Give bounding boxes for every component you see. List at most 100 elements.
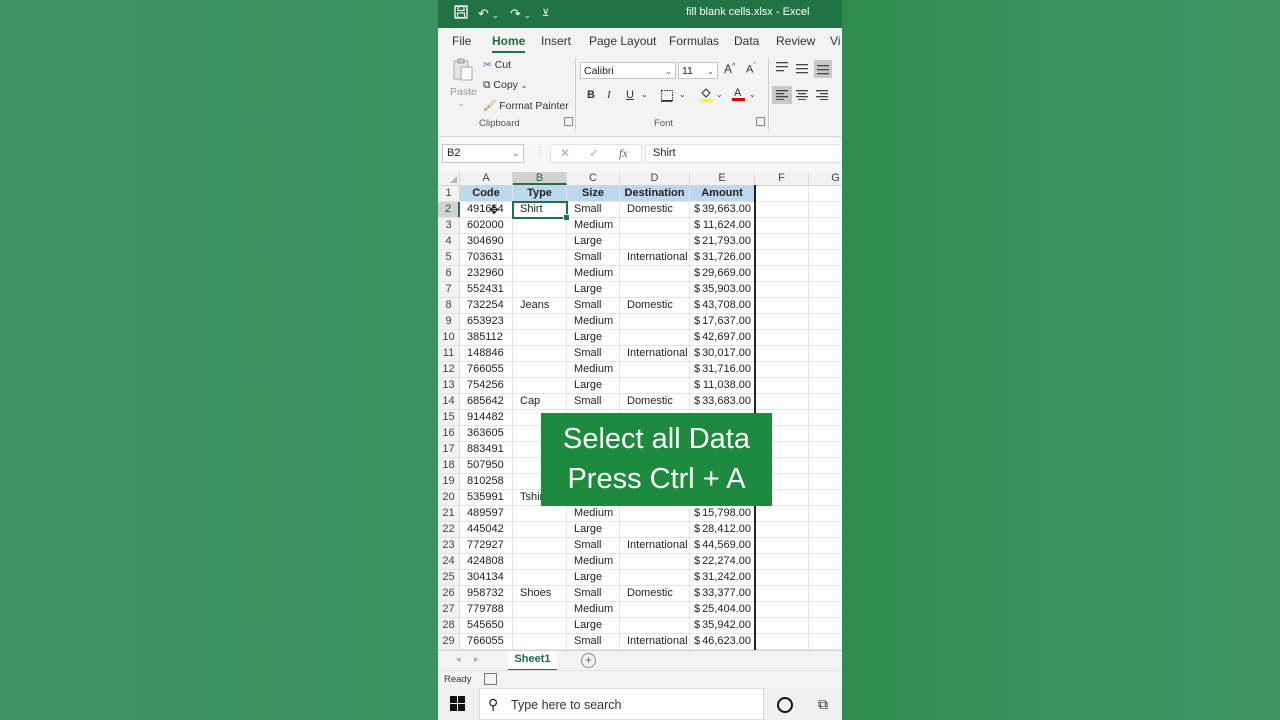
cell-code[interactable]: 507950	[460, 458, 513, 473]
empty-cell[interactable]	[809, 330, 842, 345]
cell-code[interactable]: 304690	[460, 234, 513, 249]
align-top-icon[interactable]	[776, 62, 788, 75]
empty-cell[interactable]	[755, 298, 809, 313]
cell-type[interactable]: Shirt	[513, 202, 567, 217]
redo-icon[interactable]: ↷ ⌄	[510, 5, 531, 25]
cell-dest[interactable]: International	[620, 634, 690, 649]
taskbar-search[interactable]: ⚲ Type here to search	[479, 688, 764, 720]
cell-size[interactable]: Large	[567, 522, 620, 537]
fill-dropdown-icon[interactable]: ⌄	[716, 90, 723, 99]
empty-cell[interactable]	[809, 458, 842, 473]
cell-dest[interactable]	[620, 618, 690, 633]
empty-cell[interactable]	[755, 378, 809, 393]
paste-icon[interactable]	[452, 58, 474, 85]
empty-cell[interactable]	[755, 618, 809, 633]
cell-code[interactable]: 304134	[460, 570, 513, 585]
cell-amt[interactable]: $29,669.00	[690, 266, 755, 281]
row-header[interactable]: 12	[438, 362, 460, 377]
add-sheet-icon[interactable]: +	[581, 653, 596, 668]
cell-size[interactable]: Medium	[567, 554, 620, 569]
cell-size[interactable]: Medium	[567, 314, 620, 329]
tab-page-layout[interactable]: Page Layout	[589, 34, 656, 48]
row-header[interactable]: 8	[438, 298, 460, 313]
empty-cell[interactable]	[809, 490, 842, 505]
cell-dest[interactable]	[620, 522, 690, 537]
cell-type[interactable]	[513, 506, 567, 521]
cell-amt[interactable]: $46,623.00	[690, 634, 755, 649]
empty-cell[interactable]	[809, 346, 842, 361]
tab-review[interactable]: Review	[776, 34, 815, 48]
column-header-a[interactable]: A	[460, 172, 513, 185]
undo-icon[interactable]: ↶ ⌄	[478, 5, 499, 25]
header-cell-type[interactable]: Type	[513, 186, 567, 201]
cell-type[interactable]	[513, 602, 567, 617]
name-box[interactable]: B2 ⌄	[442, 144, 524, 163]
cell-dest[interactable]	[620, 314, 690, 329]
empty-cell[interactable]	[755, 330, 809, 345]
header-cell-destination[interactable]: Destination	[620, 186, 690, 201]
cell-amt[interactable]: $33,683.00	[690, 394, 755, 409]
align-left-icon[interactable]	[772, 86, 792, 104]
cell-type[interactable]: Cap	[513, 394, 567, 409]
row-header[interactable]: 20	[438, 490, 460, 505]
cell-dest[interactable]	[620, 266, 690, 281]
column-header-f[interactable]: F	[755, 172, 809, 185]
cell-size[interactable]: Small	[567, 634, 620, 649]
cell-type[interactable]	[513, 618, 567, 633]
tab-home[interactable]: Home	[492, 34, 526, 53]
border-icon[interactable]	[661, 90, 673, 105]
empty-cell[interactable]	[809, 218, 842, 233]
cell-type[interactable]: Shoes	[513, 586, 567, 601]
row-header[interactable]: 26	[438, 586, 460, 601]
next-sheet-icon[interactable]: ▸	[474, 654, 479, 665]
cell-dest[interactable]	[620, 282, 690, 297]
cell-dest[interactable]: International	[620, 250, 690, 265]
cell-amt[interactable]: $15,798.00	[690, 506, 755, 521]
cell-code[interactable]: 552431	[460, 282, 513, 297]
align-bottom-icon[interactable]	[814, 60, 832, 78]
cell-amt[interactable]: $11,038.00	[690, 378, 755, 393]
column-header-g[interactable]: G	[809, 172, 842, 185]
cell-type[interactable]	[513, 234, 567, 249]
cell-code[interactable]: 232960	[460, 266, 513, 281]
cell-size[interactable]: Small	[567, 202, 620, 217]
row-header[interactable]: 3	[438, 218, 460, 233]
empty-cell[interactable]	[809, 298, 842, 313]
underline-button[interactable]: U	[626, 89, 634, 101]
cell-code[interactable]: 653923	[460, 314, 513, 329]
empty-cell[interactable]	[809, 586, 842, 601]
cell-size[interactable]: Large	[567, 378, 620, 393]
empty-cell[interactable]	[755, 266, 809, 281]
font-color-dropdown-icon[interactable]: ⌄	[749, 90, 756, 99]
empty-cell[interactable]	[809, 266, 842, 281]
empty-cell[interactable]	[809, 378, 842, 393]
row-header[interactable]: 4	[438, 234, 460, 249]
cell-amt[interactable]: $31,242.00	[690, 570, 755, 585]
cell-amt[interactable]: $22,274.00	[690, 554, 755, 569]
save-icon[interactable]	[454, 5, 468, 24]
copy-button[interactable]: ⧉ Copy ⌄	[483, 79, 528, 92]
empty-cell[interactable]	[755, 346, 809, 361]
cell-type[interactable]	[513, 634, 567, 649]
cell-code[interactable]: 779788	[460, 602, 513, 617]
cell-dest[interactable]: Domestic	[620, 394, 690, 409]
cell-type[interactable]	[513, 378, 567, 393]
cell-code[interactable]: 602000	[460, 218, 513, 233]
cell-type[interactable]	[513, 218, 567, 233]
row-header[interactable]: 19	[438, 474, 460, 489]
cell-dest[interactable]	[620, 570, 690, 585]
cell-dest[interactable]: International	[620, 538, 690, 553]
empty-cell[interactable]	[755, 570, 809, 585]
paste-dropdown-icon[interactable]: ⌄	[458, 99, 465, 108]
row-header[interactable]: 17	[438, 442, 460, 457]
font-name-select[interactable]: Calibri ⌄	[580, 62, 676, 79]
cell-size[interactable]: Medium	[567, 266, 620, 281]
cell-size[interactable]: Small	[567, 250, 620, 265]
empty-cell[interactable]	[755, 234, 809, 249]
cell-code[interactable]: 424808	[460, 554, 513, 569]
empty-cell[interactable]	[755, 314, 809, 329]
empty-cell[interactable]	[755, 506, 809, 521]
tab-formulas[interactable]: Formulas	[669, 34, 719, 48]
underline-dropdown-icon[interactable]: ⌄	[641, 90, 648, 99]
empty-cell[interactable]	[809, 538, 842, 553]
